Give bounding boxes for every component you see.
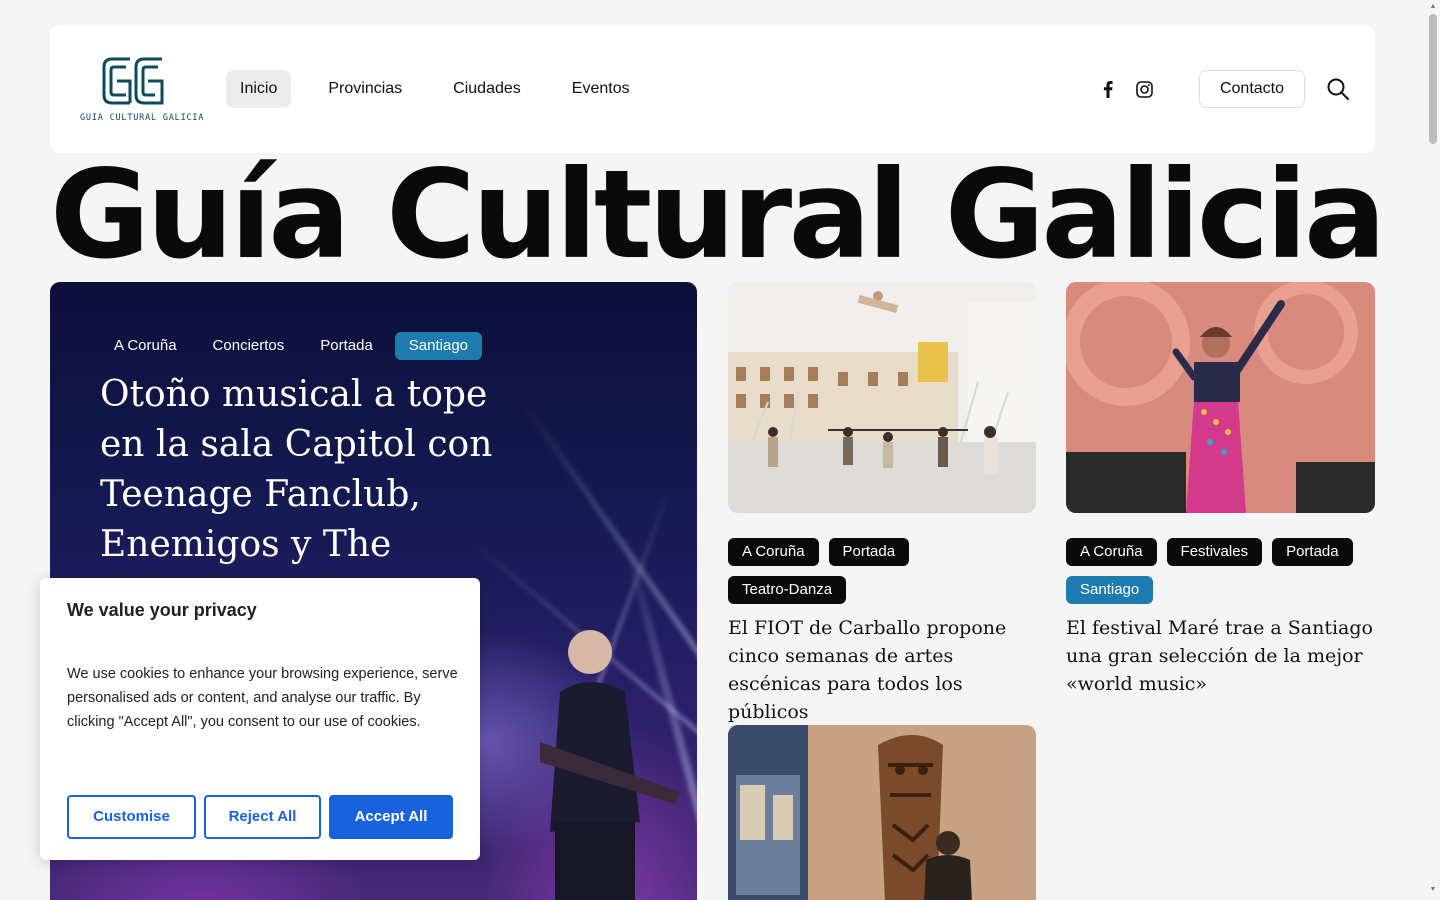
cookie-title: We value your privacy [67, 600, 257, 620]
tag-a-coruna[interactable]: A Coruña [1066, 538, 1157, 566]
tag-portada[interactable]: Portada [306, 332, 387, 360]
tag-portada[interactable]: Portada [828, 538, 910, 566]
site-logo[interactable]: GUIA CULTURAL GALICIA [78, 53, 203, 125]
main-nav: Inicio Provincias Ciudades Eventos [226, 70, 659, 108]
facebook-icon[interactable] [1098, 79, 1118, 99]
tag-santiago[interactable]: Santiago [394, 332, 483, 360]
tag-festivales[interactable]: Festivales [1166, 538, 1263, 566]
tag-teatro-danza[interactable]: Teatro-Danza [728, 576, 847, 604]
instagram-icon[interactable] [1134, 79, 1154, 99]
nav-item-eventos[interactable]: Eventos [558, 70, 644, 108]
page-title: Guía Cultural Galicia [50, 144, 1386, 286]
tag-a-coruna[interactable]: A Coruña [100, 332, 191, 360]
nav-item-provincias[interactable]: Provincias [314, 70, 416, 108]
tag-a-coruna[interactable]: A Coruña [728, 538, 819, 566]
card-tag-list: A Coruña Portada Teatro-Danza [728, 538, 1036, 604]
reject-all-button[interactable]: Reject All [204, 795, 321, 839]
scroll-down-icon[interactable]: ▼ [1429, 886, 1437, 894]
logo-mark-icon [102, 57, 164, 105]
nav-item-inicio[interactable]: Inicio [226, 70, 292, 108]
cookie-description: We use cookies to enhance your browsing … [67, 666, 458, 730]
article-image-mare[interactable] [1066, 282, 1375, 513]
scroll-up-icon[interactable]: ▲ [1429, 3, 1437, 11]
nav-item-ciudades[interactable]: Ciudades [439, 70, 535, 108]
article-title-fiot[interactable]: El FIOT de Carballo propone cinco semana… [728, 614, 1036, 726]
search-icon[interactable] [1326, 77, 1350, 101]
article-image-museum[interactable] [728, 725, 1036, 900]
scroll-thumb[interactable] [1429, 14, 1437, 144]
card-tag-list: A Coruña Festivales Portada Santiago [1066, 538, 1375, 604]
tag-portada[interactable]: Portada [1272, 538, 1353, 566]
article-image-fiot[interactable] [728, 282, 1036, 513]
feature-article-title[interactable]: Otoño musical a tope en la sala Capitol … [100, 370, 520, 570]
article-title-mare[interactable]: El festival Maré trae a Santiago una gra… [1066, 614, 1375, 698]
page-scrollbar[interactable]: ▲ ▼ [1426, 0, 1440, 900]
accept-all-button[interactable]: Accept All [329, 795, 453, 839]
logo-text: GUIA CULTURAL GALICIA [80, 113, 205, 123]
contact-button[interactable]: Contacto [1199, 70, 1305, 108]
cookie-consent-banner: We value your privacy We use cookies to … [40, 578, 480, 860]
tag-santiago[interactable]: Santiago [1066, 576, 1154, 604]
feature-tag-list: A Coruña Conciertos Portada Santiago [100, 332, 483, 360]
musician-silhouette [540, 630, 680, 900]
customise-button[interactable]: Customise [67, 795, 196, 839]
tag-conciertos[interactable]: Conciertos [199, 332, 299, 360]
site-header: GUIA CULTURAL GALICIA Inicio Provincias … [50, 25, 1375, 153]
